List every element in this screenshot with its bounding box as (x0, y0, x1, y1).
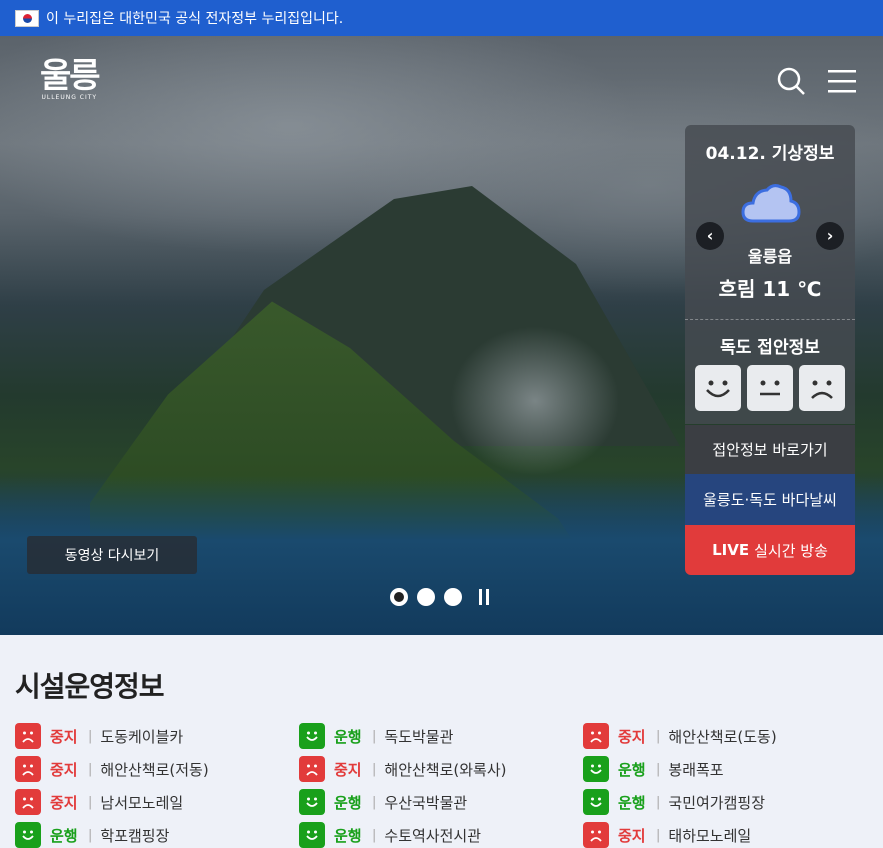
facility-name: 수토역사전시관 (384, 826, 481, 845)
live-label: 실시간 방송 (754, 541, 828, 560)
sad-face-icon (15, 723, 41, 749)
hero-banner: 울릉 ULLEUNG CITY 04.12. 기상정보 ‹ › 울릉읍 흐림 1… (0, 36, 883, 635)
facility-item: 중지 | 해안산책로(와록사) (299, 756, 507, 782)
facility-name: 태하모노레일 (668, 826, 752, 845)
facility-status: 운행 (334, 727, 362, 746)
facility-item: 운행 | 수토역사전시관 (299, 822, 481, 848)
facility-item: 운행 | 독도박물관 (299, 723, 453, 749)
facility-separator: | (656, 761, 661, 777)
facility-name: 학포캠핑장 (100, 826, 170, 845)
facility-item: 중지 | 해안산책로(도동) (583, 723, 777, 749)
slide-dot-3[interactable] (444, 588, 462, 606)
korea-flag-icon (15, 9, 39, 27)
smile-face-icon (583, 789, 609, 815)
facility-separator: | (372, 728, 377, 744)
smile-face-icon (583, 756, 609, 782)
facility-separator: | (372, 761, 377, 777)
facility-separator: | (88, 794, 93, 810)
facility-name: 독도박물관 (384, 727, 454, 746)
facility-item: 중지 | 태하모노레일 (583, 822, 751, 848)
slide-dot-2[interactable] (417, 588, 435, 606)
menu-icon[interactable] (828, 69, 856, 93)
facility-item: 중지 | 도동케이블카 (15, 723, 183, 749)
facility-item: 운행 | 봉래폭포 (583, 756, 724, 782)
facility-name: 국민여가캠핑장 (668, 793, 765, 812)
facility-separator: | (656, 827, 661, 843)
facility-separator: | (656, 728, 661, 744)
facility-item: 운행 | 우산국박물관 (299, 789, 467, 815)
facility-item: 운행 | 국민여가캠핑장 (583, 789, 765, 815)
facility-item: 중지 | 해안산책로(저동) (15, 756, 209, 782)
facility-name: 봉래폭포 (668, 760, 724, 779)
normal-face-icon (747, 365, 793, 411)
weather-title: 04.12. 기상정보 (705, 144, 835, 164)
facility-status-section: 시설운영정보 중지 | 도동케이블카 운행 | 독도박물관 중지 | 해안산책로(도동) 중지 | 해… (0, 635, 883, 848)
docking-info-button[interactable]: 접안정보 바로가기 (685, 425, 855, 474)
bad-face-icon (799, 365, 845, 411)
facility-name: 해안산책로(저동) (100, 760, 209, 779)
smile-face-icon (15, 822, 41, 848)
facility-status: 중지 (50, 727, 78, 746)
gov-banner: 이 누리집은 대한민국 공식 전자정부 누리집입니다. (0, 0, 883, 36)
facility-status: 운행 (50, 826, 78, 845)
sea-weather-button[interactable]: 울릉도·독도 바다날씨 (685, 474, 855, 525)
sad-face-icon (15, 789, 41, 815)
facility-item: 운행 | 학포캠핑장 (15, 822, 169, 848)
logo-sub-text: ULLEUNG CITY (41, 94, 98, 101)
facility-status: 운행 (618, 793, 646, 812)
search-icon[interactable] (777, 67, 805, 95)
pause-icon[interactable] (477, 589, 491, 605)
facility-item: 중지 | 남서모노레일 (15, 789, 183, 815)
dokdo-docking-title: 독도 접안정보 (720, 338, 820, 358)
smile-face-icon (299, 723, 325, 749)
live-prefix: LIVE (712, 541, 750, 559)
dokdo-docking-faces (695, 365, 845, 411)
smile-face-icon (299, 789, 325, 815)
gov-banner-text: 이 누리집은 대한민국 공식 전자정부 누리집입니다. (46, 11, 344, 27)
facility-status: 운행 (334, 793, 362, 812)
logo-main-text: 울릉 (40, 56, 101, 96)
facility-separator: | (88, 761, 93, 777)
slide-dot-1[interactable] (390, 588, 408, 606)
facility-name: 도동케이블카 (100, 727, 184, 746)
facility-separator: | (88, 728, 93, 744)
weather-condition-temp: 흐림 11 ℃ (718, 277, 822, 301)
hero-town (450, 326, 620, 476)
sad-face-icon (299, 756, 325, 782)
live-broadcast-button[interactable]: LIVE 실시간 방송 (685, 525, 855, 575)
smile-face-icon (299, 822, 325, 848)
facility-status: 운행 (618, 760, 646, 779)
cloud-icon (741, 184, 801, 223)
sad-face-icon (583, 723, 609, 749)
sad-face-icon (15, 756, 41, 782)
facility-status: 중지 (50, 760, 78, 779)
facility-status: 중지 (618, 727, 646, 746)
facility-separator: | (372, 827, 377, 843)
facility-status: 중지 (50, 793, 78, 812)
weather-divider (685, 319, 855, 320)
facility-name: 해안산책로(도동) (668, 727, 777, 746)
good-face-icon (695, 365, 741, 411)
sad-face-icon (583, 822, 609, 848)
facility-status: 중지 (334, 760, 362, 779)
facility-separator: | (88, 827, 93, 843)
replay-video-button[interactable]: 동영상 다시보기 (27, 536, 197, 574)
weather-panel: 04.12. 기상정보 ‹ › 울릉읍 흐림 11 ℃ 독도 접안정보 (685, 125, 855, 424)
facility-section-title: 시설운영정보 (15, 670, 165, 703)
facility-status: 운행 (334, 826, 362, 845)
facility-name: 해안산책로(와록사) (384, 760, 507, 779)
facility-status: 중지 (618, 826, 646, 845)
facility-name: 남서모노레일 (100, 793, 184, 812)
weather-location: 울릉읍 (747, 247, 793, 266)
site-logo[interactable]: 울릉 ULLEUNG CITY (40, 56, 101, 101)
facility-separator: | (372, 794, 377, 810)
slide-indicators (390, 588, 491, 606)
facility-separator: | (656, 794, 661, 810)
facility-name: 우산국박물관 (384, 793, 468, 812)
